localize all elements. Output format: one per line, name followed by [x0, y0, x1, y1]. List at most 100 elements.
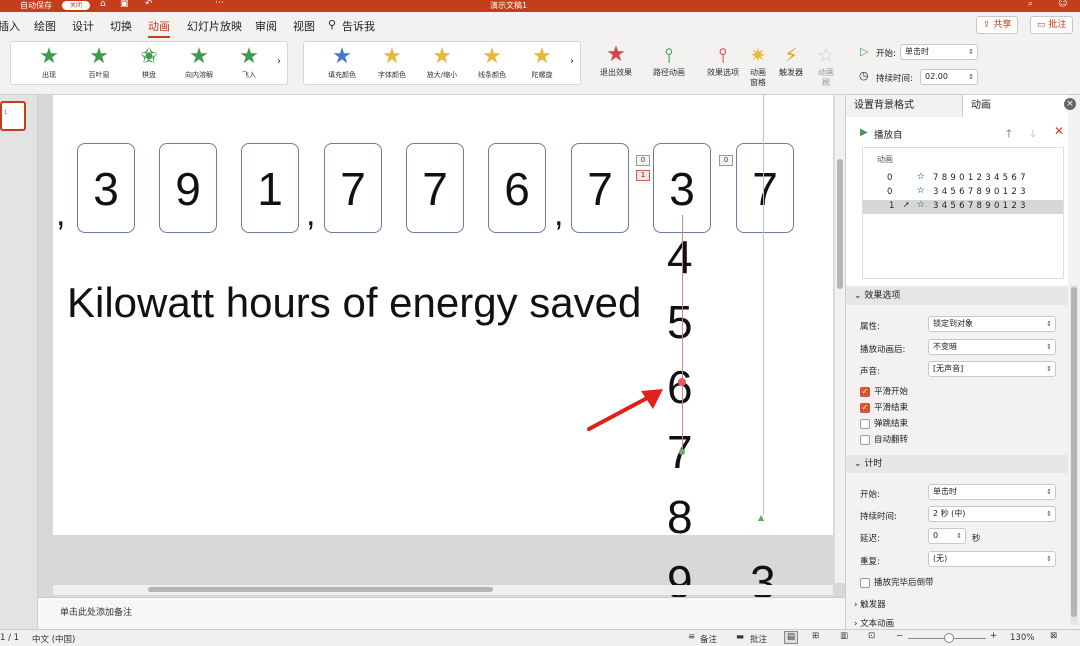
effect-spin[interactable]: ★ 陀螺旋: [516, 42, 568, 86]
fit-slide-icon[interactable]: ⊠: [1050, 631, 1057, 641]
scrollbar-thumb[interactable]: [148, 587, 493, 592]
pane-scrollbar[interactable]: [1070, 285, 1078, 625]
effect-fill-color[interactable]: ★ 填充颜色: [316, 42, 368, 86]
scrollbar-thumb[interactable]: [837, 159, 843, 289]
property-select[interactable]: 锁定到对象 ⇕: [928, 316, 1056, 332]
digit-card[interactable]: 7: [324, 143, 382, 233]
autosave-toggle[interactable]: 关闭: [62, 1, 90, 10]
notes-toggle[interactable]: 备注: [700, 633, 717, 645]
more-icon[interactable]: ⋯: [215, 0, 224, 8]
effect-checkerboard[interactable]: ✬ 棋盘: [123, 42, 175, 86]
tab-slideshow[interactable]: 幻灯片放映: [187, 18, 242, 34]
animation-item[interactable]: 0 ✫ 7 8 9 0 1 2 3 4 5 6 7: [863, 172, 1063, 186]
slide-sorter-icon[interactable]: ⊞: [812, 631, 819, 641]
tab-tell-me[interactable]: 告诉我: [342, 18, 375, 34]
animation-tag[interactable]: 0: [719, 155, 733, 166]
zoom-slider-thumb[interactable]: [944, 633, 954, 643]
scrollbar-thumb[interactable]: [1071, 287, 1077, 617]
save-icon[interactable]: ▣: [120, 0, 129, 9]
animation-tag-selected[interactable]: 1: [636, 170, 650, 181]
animation-item[interactable]: 0 ✫ 3 4 5 6 7 8 9 0 1 2 3: [863, 186, 1063, 200]
effect-appear[interactable]: ★ 出现: [23, 42, 75, 86]
animation-pane-button[interactable]: ✷ 动画 窗格: [742, 42, 774, 88]
path-animation-button[interactable]: ⫯ 路径动画: [647, 42, 691, 78]
search-icon[interactable]: ⌕: [1028, 0, 1033, 9]
start-select[interactable]: 单击时 ⇕: [900, 44, 978, 60]
home-icon[interactable]: ⌂: [100, 0, 106, 9]
tab-animations[interactable]: 动画: [148, 18, 170, 38]
auto-reverse-checkbox[interactable]: 自动翻转: [860, 433, 908, 445]
vertical-scrollbar[interactable]: [834, 95, 845, 583]
tab-design[interactable]: 设计: [72, 18, 94, 34]
language-indicator[interactable]: 中文 (中国): [32, 633, 75, 645]
undo-icon[interactable]: ↶: [145, 0, 153, 9]
timing-header[interactable]: ⌄ 计时: [846, 455, 1068, 473]
comments-toggle[interactable]: 批注: [750, 633, 767, 645]
smooth-end-checkbox[interactable]: ✓ 平滑结束: [860, 401, 908, 413]
smooth-start-checkbox[interactable]: ✓ 平滑开始: [860, 385, 908, 397]
notes-icon[interactable]: ≡: [688, 632, 695, 642]
normal-view-icon[interactable]: ▤: [784, 631, 798, 644]
zoom-level[interactable]: 130%: [1010, 633, 1034, 643]
close-pane-icon[interactable]: ×: [1064, 98, 1076, 110]
slide-caption[interactable]: Kilowatt hours of energy saved: [67, 279, 641, 327]
sound-select[interactable]: [无声音] ⇕: [928, 361, 1056, 377]
horizontal-scrollbar[interactable]: [53, 585, 833, 595]
trigger-button[interactable]: ⚡ 触发器: [774, 42, 808, 78]
effect-dissolve-in[interactable]: ★ 向内溶解: [173, 42, 225, 86]
digit-card[interactable]: 3: [77, 143, 135, 233]
comment-icon[interactable]: ▬: [736, 632, 744, 642]
effect-blinds[interactable]: ★ 百叶窗: [73, 42, 125, 86]
timing-start-select[interactable]: 单击时 ⇕: [928, 484, 1056, 500]
tab-view[interactable]: 视图: [293, 18, 315, 34]
play-from-button[interactable]: 播放自: [874, 127, 903, 141]
share-button[interactable]: ⇪ 共享: [976, 16, 1019, 34]
slide[interactable]: , 3 9 1 , 7 7 6 , 7 3 7 0 1 0 ▲ Kilowatt…: [53, 95, 833, 535]
comments-button[interactable]: ▭ 批注: [1030, 16, 1074, 34]
exit-effects-button[interactable]: ★ 退出效果: [594, 42, 638, 78]
remove-icon[interactable]: ✕: [1054, 124, 1064, 138]
duration-stepper[interactable]: 02.00 ⇕: [920, 69, 978, 85]
tab-insert[interactable]: 插入: [0, 18, 20, 34]
effect-line-color[interactable]: ★ 线条颜色: [466, 42, 518, 86]
account-icon[interactable]: ☺: [1058, 0, 1067, 9]
tab-draw[interactable]: 绘图: [34, 18, 56, 34]
digit-card[interactable]: 7: [571, 143, 629, 233]
zoom-in-icon[interactable]: +: [990, 631, 997, 641]
animation-item-selected[interactable]: 1 ➚ ✫ 3 4 5 6 7 8 9 0 1 2 3: [863, 200, 1063, 214]
gallery-more-icon[interactable]: ›: [570, 56, 574, 67]
digit-card[interactable]: 1: [241, 143, 299, 233]
gallery-more-icon[interactable]: ›: [277, 56, 281, 67]
slide-thumbnail[interactable]: 1: [0, 101, 26, 131]
digit-card[interactable]: 9: [159, 143, 217, 233]
notes-pane[interactable]: 单击此处添加备注: [38, 597, 845, 629]
animation-painter-button[interactable]: ☆ 动画刷: [810, 42, 842, 88]
bounce-end-checkbox[interactable]: 弹跳结束: [860, 417, 908, 429]
effect-options-button[interactable]: ⫯ 效果选项: [700, 42, 746, 78]
rewind-checkbox[interactable]: 播放完毕后倒带: [860, 576, 934, 588]
tell-me-icon[interactable]: ⚲: [328, 18, 336, 31]
slideshow-icon[interactable]: ⊡: [868, 631, 875, 641]
after-animation-select[interactable]: 不变暗 ⇕: [928, 339, 1056, 355]
repeat-select[interactable]: (无) ⇕: [928, 551, 1056, 567]
digit-card[interactable]: 7: [406, 143, 464, 233]
digit-card[interactable]: 6: [488, 143, 546, 233]
move-up-icon[interactable]: 🡑: [1006, 125, 1012, 144]
digit-card[interactable]: 7: [736, 143, 794, 233]
animation-tag[interactable]: 0: [636, 155, 650, 166]
triggers-section[interactable]: › 触发器: [854, 598, 886, 610]
move-down-icon[interactable]: 🡓: [1030, 125, 1036, 144]
effect-options-header[interactable]: ⌄ 效果选项: [846, 287, 1068, 305]
text-animation-section[interactable]: › 文本动画: [854, 617, 894, 629]
tab-review[interactable]: 审阅: [255, 18, 277, 34]
zoom-out-icon[interactable]: −: [896, 631, 903, 641]
reading-view-icon[interactable]: ▥: [840, 631, 848, 641]
tab-format-background[interactable]: 设置背景格式: [854, 95, 964, 117]
delay-stepper[interactable]: 0 ⇕: [928, 528, 966, 544]
effect-font-color[interactable]: ★ 字体颜色: [366, 42, 418, 86]
tab-animation-pane[interactable]: 动画: [962, 95, 1068, 117]
timing-duration-select[interactable]: 2 秒 (中) ⇕: [928, 506, 1056, 522]
effect-fly-in[interactable]: ★ 飞入: [223, 42, 275, 86]
effect-grow-shrink[interactable]: ★ 放大/缩小: [416, 42, 468, 86]
tab-transitions[interactable]: 切换: [110, 18, 132, 34]
